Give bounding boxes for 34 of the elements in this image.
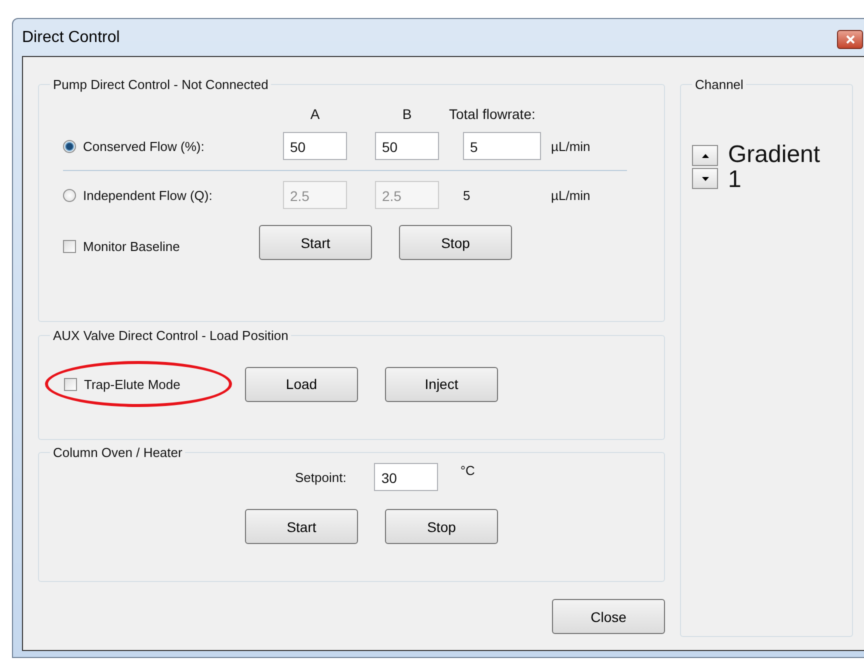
close-icon[interactable] <box>837 30 863 49</box>
close-button[interactable]: Close <box>552 599 665 634</box>
window-title: Direct Control <box>22 28 120 46</box>
action-button[interactable]: Stop <box>399 225 512 260</box>
group-title: AUX Valve Direct Control - Load Position <box>52 328 290 343</box>
input-field[interactable]: 30 <box>374 463 438 491</box>
channel-value: Gradient 1 <box>728 142 822 192</box>
group-title: Channel <box>694 77 744 92</box>
unit-label: µL/min <box>551 138 592 154</box>
column-header: Total flowrate: <box>449 106 536 122</box>
action-button[interactable]: Load <box>245 366 358 402</box>
checkbox-option[interactable]: Monitor Baseline <box>53 239 259 254</box>
group-title: Column Oven / Heater <box>52 445 184 460</box>
total-value: 5 <box>462 188 472 202</box>
checkbox-option[interactable]: Trap-Elute Mode <box>48 376 180 392</box>
action-button[interactable]: Start <box>259 225 372 260</box>
column-header: A <box>309 106 321 122</box>
group-title: Pump Direct Control - Not Connected <box>52 77 270 92</box>
setpoint-label: Setpoint: <box>295 470 346 484</box>
input-field[interactable]: 50 <box>283 132 347 160</box>
checkbox[interactable] <box>63 240 76 253</box>
column-header: B <box>401 106 413 122</box>
action-button[interactable]: Stop <box>385 509 498 544</box>
action-button[interactable]: Inject <box>385 366 498 402</box>
checkbox[interactable] <box>64 378 77 390</box>
radio-option[interactable]: Conserved Flow (%): <box>53 138 283 154</box>
unit-label: °C <box>460 463 475 478</box>
action-button[interactable]: Start <box>245 509 358 544</box>
spin-down-icon[interactable] <box>692 168 718 190</box>
unit-label: µL/min <box>551 188 592 202</box>
input-field[interactable]: 50 <box>375 132 439 160</box>
radio-button[interactable] <box>63 140 76 152</box>
input-field[interactable]: 5 <box>463 132 541 160</box>
spin-up-icon[interactable] <box>692 145 718 166</box>
